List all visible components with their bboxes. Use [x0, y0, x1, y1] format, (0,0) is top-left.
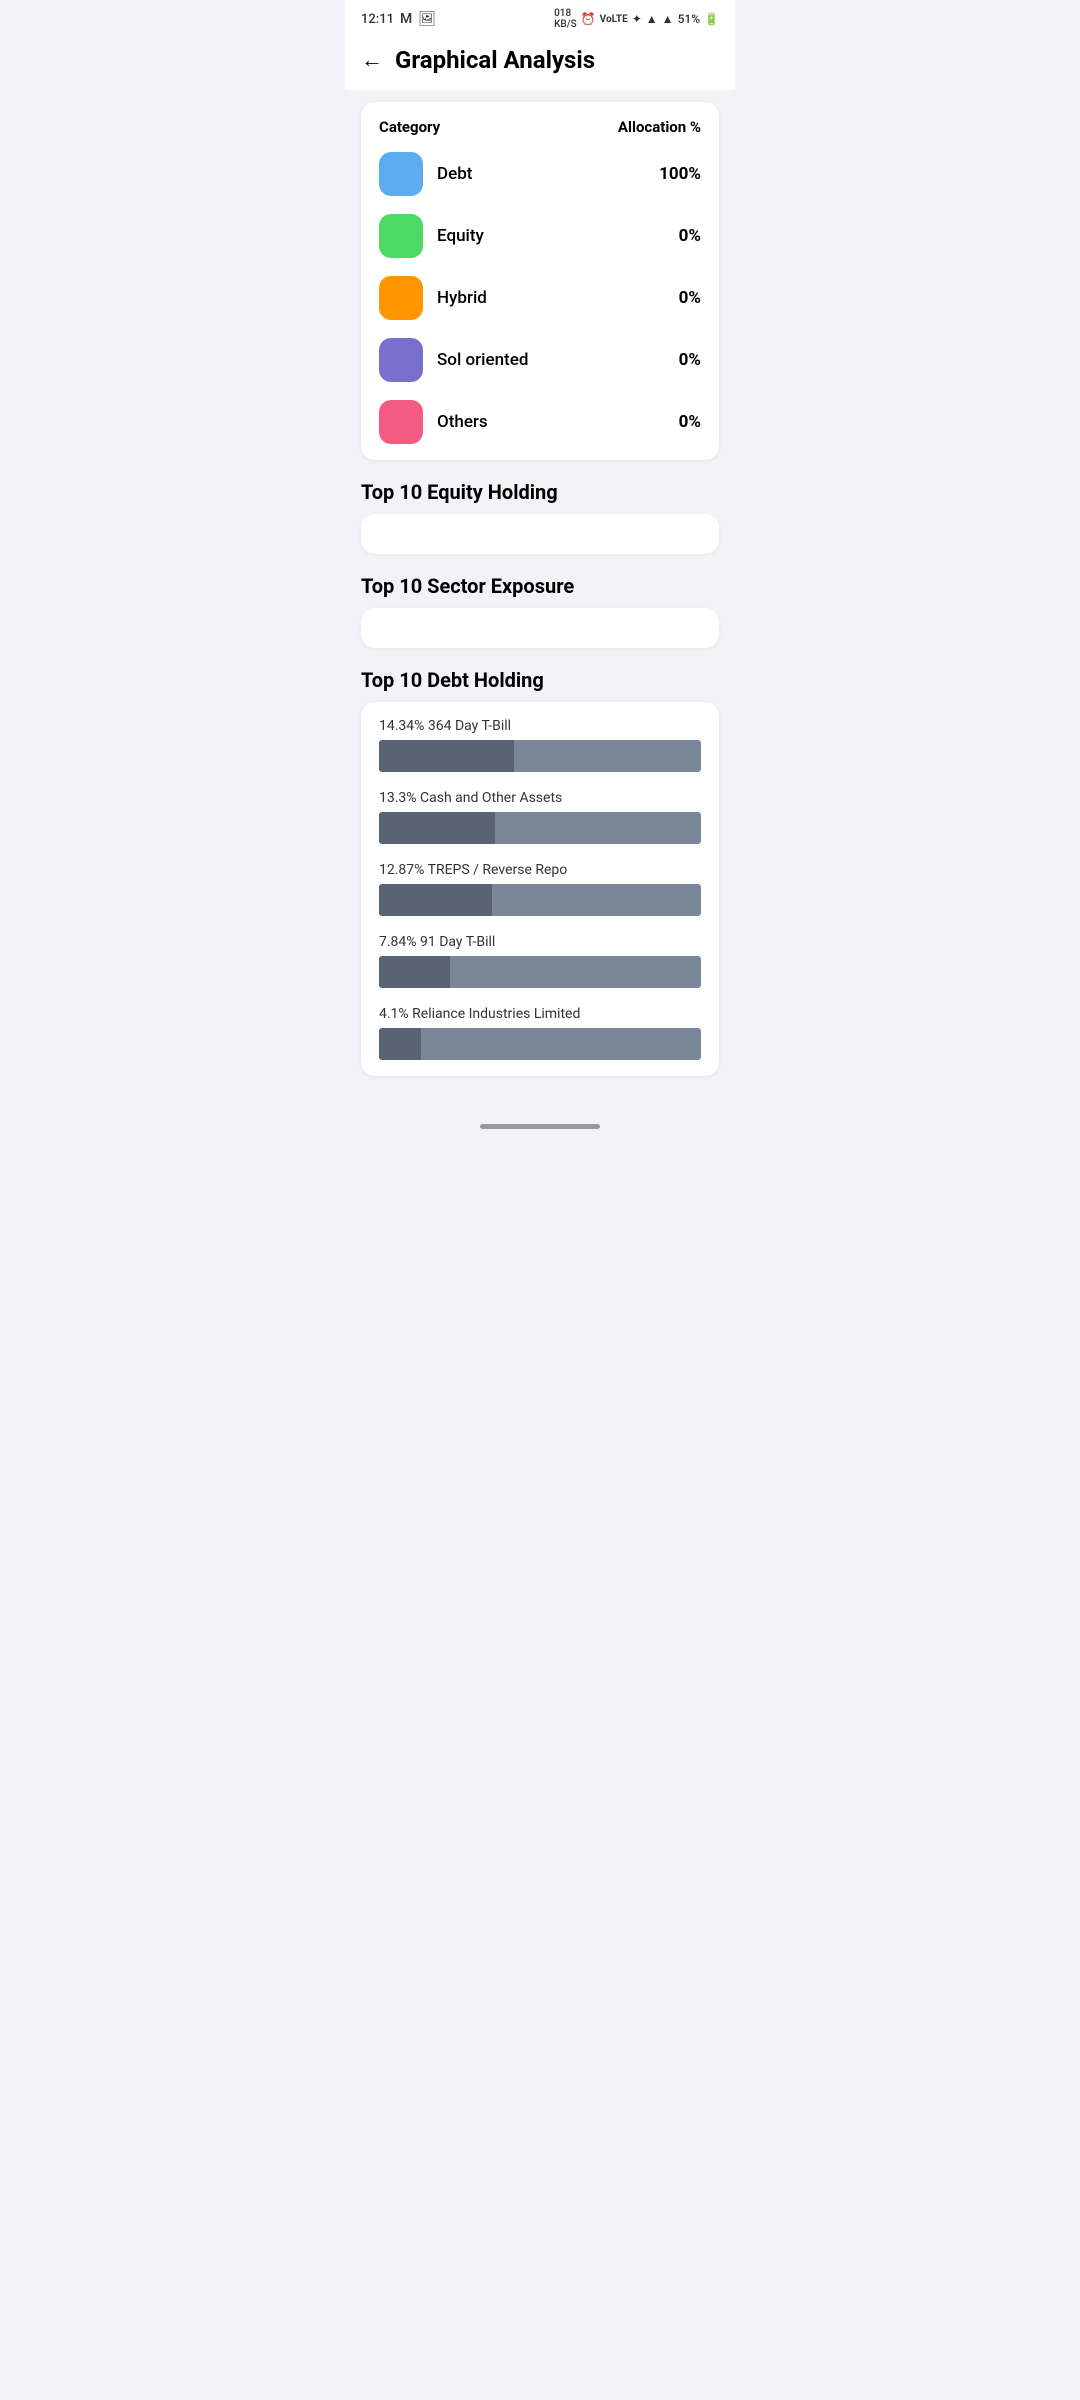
debt-card: 14.34% 364 Day T-Bill 13.3% Cash and Oth…	[361, 702, 719, 1076]
category-name-0: Debt	[437, 164, 472, 184]
debt-bar-container-4	[379, 1028, 701, 1060]
debt-item: 4.1% Reliance Industries Limited	[379, 1006, 701, 1060]
page-title: Graphical Analysis	[395, 46, 595, 74]
category-row: Others 0%	[379, 400, 701, 444]
allocation-value-0: 100%	[659, 164, 701, 184]
header: ← Graphical Analysis	[345, 34, 735, 90]
category-row: Hybrid 0%	[379, 276, 701, 320]
allocation-column-header: Allocation %	[618, 118, 701, 136]
debt-item-label-2: 12.87% TREPS / Reverse Repo	[379, 862, 701, 878]
status-time: 12:11	[361, 12, 394, 27]
color-swatch-1	[379, 214, 423, 258]
debt-section-title: Top 10 Debt Holding	[361, 668, 719, 692]
category-left-4: Others	[379, 400, 488, 444]
debt-item-label-3: 7.84% 91 Day T-Bill	[379, 934, 701, 950]
wifi-icon: ▲	[646, 12, 658, 26]
battery-icon: 🔋	[704, 12, 719, 26]
debt-bar-container-2	[379, 884, 701, 916]
category-name-4: Others	[437, 412, 488, 432]
category-name-1: Equity	[437, 226, 484, 246]
debt-bar-fill-0	[379, 740, 514, 772]
signal-icon: ▲	[662, 12, 674, 26]
allocation-value-1: 0%	[679, 226, 701, 246]
debt-item: 12.87% TREPS / Reverse Repo	[379, 862, 701, 916]
color-swatch-4	[379, 400, 423, 444]
scroll-indicator	[480, 1124, 600, 1129]
equity-section: Top 10 Equity Holding	[361, 480, 719, 554]
equity-section-title: Top 10 Equity Holding	[361, 480, 719, 504]
status-bar: 12:11 M 🖼 018KB/S ⏰ VoLTE ✦ ▲ ▲ 51% 🔋	[345, 0, 735, 34]
alarm-icon: ⏰	[581, 12, 596, 26]
back-button[interactable]: ←	[361, 47, 383, 73]
volte-icon: VoLTE	[600, 14, 628, 25]
category-row: Equity 0%	[379, 214, 701, 258]
category-left-3: Sol oriented	[379, 338, 528, 382]
color-swatch-2	[379, 276, 423, 320]
network-speed: 018KB/S	[554, 8, 577, 30]
category-name-2: Hybrid	[437, 288, 487, 308]
category-left-0: Debt	[379, 152, 472, 196]
debt-bar-container-1	[379, 812, 701, 844]
debt-bar-fill-2	[379, 884, 492, 916]
debt-item: 13.3% Cash and Other Assets	[379, 790, 701, 844]
debt-bar-fill-4	[379, 1028, 421, 1060]
debt-item-label-4: 4.1% Reliance Industries Limited	[379, 1006, 701, 1022]
color-swatch-3	[379, 338, 423, 382]
battery-level: 51%	[678, 12, 700, 26]
debt-section: Top 10 Debt Holding 14.34% 364 Day T-Bil…	[361, 668, 719, 1076]
gmail-icon: M	[400, 11, 412, 27]
equity-empty-card	[361, 514, 719, 554]
debt-item-label-0: 14.34% 364 Day T-Bill	[379, 718, 701, 734]
allocation-value-2: 0%	[679, 288, 701, 308]
sector-section-title: Top 10 Sector Exposure	[361, 574, 719, 598]
allocation-value-4: 0%	[679, 412, 701, 432]
debt-items: 14.34% 364 Day T-Bill 13.3% Cash and Oth…	[379, 718, 701, 1060]
debt-bar-fill-1	[379, 812, 495, 844]
debt-item: 14.34% 364 Day T-Bill	[379, 718, 701, 772]
color-swatch-0	[379, 152, 423, 196]
debt-item: 7.84% 91 Day T-Bill	[379, 934, 701, 988]
category-column-header: Category	[379, 118, 440, 136]
category-left-1: Equity	[379, 214, 484, 258]
category-name-3: Sol oriented	[437, 350, 528, 370]
debt-bar-container-3	[379, 956, 701, 988]
allocation-value-3: 0%	[679, 350, 701, 370]
bluetooth-icon: ✦	[632, 12, 642, 26]
category-rows: Debt 100% Equity 0% Hybrid 0% Sol orient…	[379, 152, 701, 444]
image-icon: 🖼	[418, 11, 436, 27]
debt-bar-container-0	[379, 740, 701, 772]
sector-empty-card	[361, 608, 719, 648]
sector-section: Top 10 Sector Exposure	[361, 574, 719, 648]
debt-item-label-1: 13.3% Cash and Other Assets	[379, 790, 701, 806]
debt-bar-fill-3	[379, 956, 450, 988]
main-content: Category Allocation % Debt 100% Equity 0…	[345, 90, 735, 1108]
category-row: Debt 100%	[379, 152, 701, 196]
category-row: Sol oriented 0%	[379, 338, 701, 382]
category-left-2: Hybrid	[379, 276, 487, 320]
category-header: Category Allocation %	[379, 118, 701, 136]
category-allocation-card: Category Allocation % Debt 100% Equity 0…	[361, 102, 719, 460]
